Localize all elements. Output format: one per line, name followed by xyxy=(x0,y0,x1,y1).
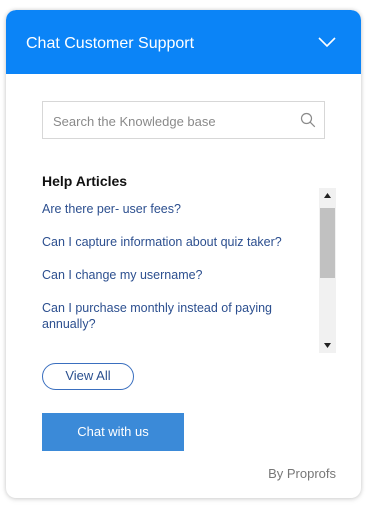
widget-header[interactable]: Chat Customer Support xyxy=(6,10,361,74)
article-link[interactable]: Can I capture information about quiz tak… xyxy=(42,234,307,250)
search-box xyxy=(42,101,325,140)
powered-by-label: By Proprofs xyxy=(268,466,336,481)
articles-scrollbar[interactable] xyxy=(319,188,336,353)
help-articles-heading: Help Articles xyxy=(42,173,128,189)
scroll-up-button[interactable] xyxy=(319,188,336,204)
scroll-down-button[interactable] xyxy=(319,337,336,353)
view-all-button[interactable]: View All xyxy=(42,363,134,390)
search-input[interactable] xyxy=(51,102,300,140)
header-title: Chat Customer Support xyxy=(26,35,195,52)
article-link[interactable]: Can I purchase monthly instead of paying… xyxy=(42,300,307,332)
article-link[interactable]: Can I change my username? xyxy=(42,267,307,283)
collapse-button[interactable] xyxy=(317,34,337,50)
search-icon[interactable] xyxy=(300,112,316,128)
triangle-up-icon xyxy=(324,193,331,198)
triangle-down-icon xyxy=(324,343,331,348)
chat-widget: Chat Customer Support Help Articles Are … xyxy=(6,10,361,498)
article-link[interactable]: Are there per- user fees? xyxy=(42,201,307,217)
chevron-down-icon xyxy=(318,37,336,48)
scrollbar-thumb[interactable] xyxy=(320,208,335,278)
chat-with-us-button[interactable]: Chat with us xyxy=(42,413,184,451)
